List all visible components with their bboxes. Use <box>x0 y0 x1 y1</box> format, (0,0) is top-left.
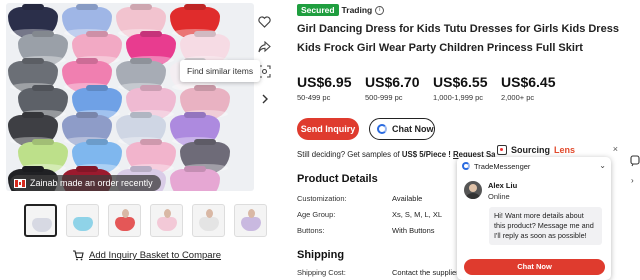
share-icon[interactable] <box>254 37 274 57</box>
lens-title-accent: Lens <box>554 145 576 155</box>
price-quantity: 1,000-1,999 pc <box>433 93 484 102</box>
secured-label: Secured <box>297 4 339 16</box>
info-icon[interactable]: i <box>375 5 385 15</box>
samples-prefix: Still deciding? Get samples of <box>297 150 400 159</box>
agent-info: Alex Liu Online <box>464 181 517 201</box>
detail-label: Age Group: <box>297 210 336 219</box>
recent-order-toast: Zainab made an order recently <box>10 175 161 191</box>
skirt-photo <box>170 169 220 191</box>
trademessenger-panel: TradeMessenger ⌄ Alex Liu Online Hi! Wan… <box>457 157 611 280</box>
detail-value: Xs, S, M, L, XL <box>392 210 443 219</box>
lens-title: Sourcing <box>511 145 551 155</box>
detail-label: Customization: <box>297 194 347 203</box>
thumbnail-model <box>206 209 213 218</box>
secured-trading-badge[interactable]: Secured Trading i <box>297 4 385 16</box>
price-tiers: US$6.95 50-499 pc US$6.70 500-999 pc US$… <box>297 74 569 102</box>
thumbnail-model <box>248 209 255 218</box>
send-inquiry-button[interactable]: Send Inquiry <box>297 118 359 140</box>
favorite-heart-icon[interactable] <box>254 12 274 32</box>
messenger-app-name: TradeMessenger <box>474 161 531 171</box>
shipping-cost-label: Shipping Cost: <box>297 268 346 277</box>
side-chevron-icon[interactable]: › <box>631 176 634 185</box>
chat-now-label: Chat Now <box>392 123 434 134</box>
canada-flag-icon <box>14 178 26 188</box>
message-bubble: Hi! Want more details about this product… <box>489 207 602 245</box>
thumbnail[interactable] <box>150 204 183 237</box>
trademessenger-icon <box>377 124 387 134</box>
price-amount: US$6.55 <box>433 74 488 90</box>
detail-label: Buttons: <box>297 226 325 235</box>
side-tool-icon[interactable] <box>630 155 640 175</box>
thumbnail[interactable] <box>24 204 57 237</box>
agent-status: Online <box>488 192 510 201</box>
detail-value: With Buttons <box>392 226 435 235</box>
detail-value: Available <box>392 194 423 203</box>
price-quantity: 500-999 pc <box>365 93 403 102</box>
thumbnail[interactable] <box>192 204 225 237</box>
thumbnail-skirt <box>157 217 177 231</box>
price-tier: US$6.95 50-499 pc <box>297 74 365 102</box>
next-image-chevron-icon[interactable] <box>254 89 274 109</box>
price-quantity: 50-499 pc <box>297 93 331 102</box>
agent-name: Alex Liu <box>488 181 518 190</box>
trademessenger-logo-icon <box>462 162 470 170</box>
thumbnail[interactable] <box>234 204 267 237</box>
price-tier: US$6.55 1,000-1,999 pc <box>433 74 501 102</box>
thumbnail-skirt <box>241 217 261 231</box>
toast-text: Zainab made an order recently <box>30 178 153 188</box>
thumbnail-skirt <box>73 217 93 231</box>
avatar <box>464 181 482 199</box>
add-to-compare-label: Add Inquiry Basket to Compare <box>89 250 222 261</box>
thumbnail-model <box>164 209 171 218</box>
price-amount: US$6.95 <box>297 74 352 90</box>
thumbnail[interactable] <box>66 204 99 237</box>
basket-icon <box>73 250 84 261</box>
product-details-heading: Product Details <box>297 173 378 185</box>
shipping-cost-value: Contact the supplier <box>392 268 459 277</box>
find-similar-tooltip: Find similar items <box>180 60 261 82</box>
chat-now-button[interactable]: Chat Now <box>369 118 435 140</box>
thumbnail-skirt <box>199 217 219 231</box>
messenger-chat-now-button[interactable]: Chat Now <box>464 259 605 275</box>
product-title: Girl Dancing Dress for Kids Tutu Dresses… <box>297 23 619 54</box>
price-amount: US$6.70 <box>365 74 420 90</box>
shipping-heading: Shipping <box>297 249 345 261</box>
add-to-compare-link[interactable]: Add Inquiry Basket to Compare <box>72 250 221 261</box>
price-amount: US$6.45 <box>501 74 556 90</box>
main-product-image[interactable]: Zainab made an order recently <box>6 3 254 191</box>
thumbnail-skirt <box>32 218 52 232</box>
collapse-chevron-icon[interactable]: ⌄ <box>599 161 606 170</box>
price-tier: US$6.70 500-999 pc <box>365 74 433 102</box>
trading-label: Trading <box>341 5 373 15</box>
messenger-header[interactable]: TradeMessenger <box>457 157 611 175</box>
price-tier: US$6.45 2,000+ pc <box>501 74 569 102</box>
thumbnail[interactable] <box>108 204 141 237</box>
samples-price: US$ 5/Piece ! <box>401 150 451 159</box>
sourcing-lens-icon <box>497 145 507 155</box>
product-page: Zainab made an order recently Find simil… <box>0 0 640 280</box>
thumbnail-model <box>122 209 129 218</box>
thumbnail-skirt <box>115 217 135 231</box>
close-icon[interactable]: × <box>613 144 618 154</box>
thumbnail-strip <box>24 204 267 237</box>
price-quantity: 2,000+ pc <box>501 93 535 102</box>
